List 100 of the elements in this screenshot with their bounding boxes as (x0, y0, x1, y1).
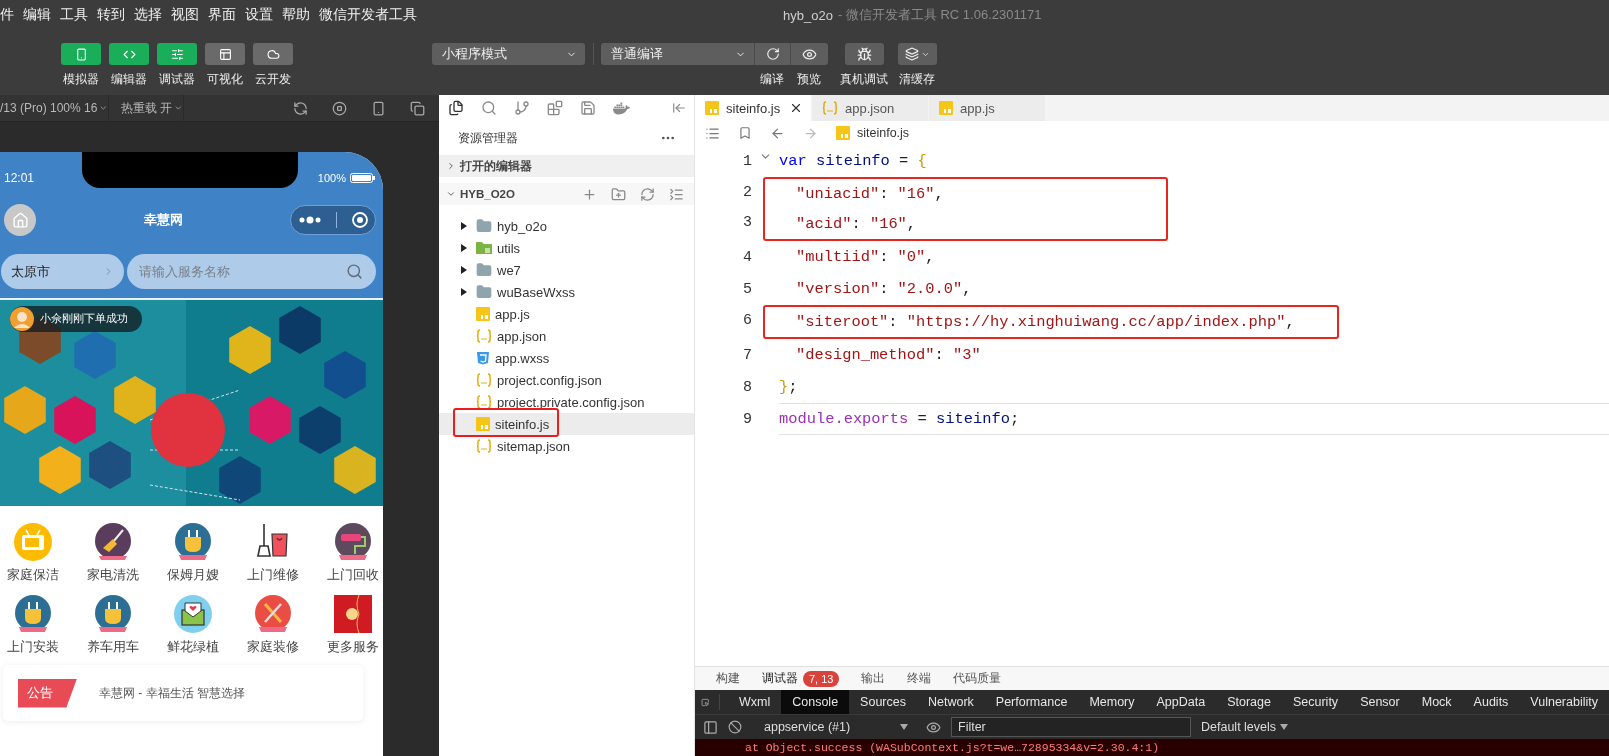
devtools-tab[interactable]: Performance (984, 690, 1079, 714)
tool-button[interactable] (897, 43, 937, 65)
stop-icon[interactable] (332, 100, 347, 116)
sidebar-icon[interactable] (703, 719, 718, 735)
file-tree-item[interactable]: app.js (439, 303, 694, 325)
rotate-icon[interactable] (293, 100, 308, 116)
search-icon (346, 263, 363, 280)
back-icon[interactable] (770, 125, 785, 141)
panel-tab[interactable]: 构建 (716, 671, 740, 686)
bug-icon (856, 46, 872, 62)
panel-tab[interactable]: 调试器 7, 13 (762, 670, 840, 687)
menu-item[interactable]: 界面 (208, 6, 236, 24)
panel-tab[interactable]: 代码质量 (953, 671, 1002, 686)
devtools-tab[interactable]: Console (781, 690, 850, 714)
devtools-tab[interactable]: Sources (849, 690, 917, 714)
section-header[interactable]: 打开的编辑器 (439, 155, 694, 177)
file-tree-item[interactable]: sitemap.json (439, 435, 694, 457)
devtools-tab[interactable]: Mock (1410, 690, 1463, 714)
search-icon[interactable] (481, 100, 497, 116)
menu-item[interactable]: 件 (0, 6, 14, 24)
devtools-tab[interactable]: Sensor (1349, 690, 1411, 714)
panel-tab[interactable]: 输出 (861, 671, 886, 686)
section-header[interactable]: HYB_O2O (439, 183, 694, 205)
service-label[interactable]: 鲜花绿植 (167, 639, 219, 656)
devtools-tab[interactable]: AppData (1145, 690, 1217, 714)
devtools-tab[interactable]: Storage (1216, 690, 1282, 714)
service-label[interactable]: 家庭保洁 (7, 567, 59, 584)
menu-item[interactable]: 选择 (134, 6, 162, 24)
service-label[interactable]: 上门回收 (327, 567, 379, 584)
new-folder-icon[interactable] (611, 186, 626, 202)
editor-tab[interactable]: siteinfo.js (695, 95, 812, 121)
preview-button[interactable] (790, 43, 828, 65)
filter-field[interactable]: Filter (951, 717, 1191, 737)
refresh-icon[interactable] (640, 186, 655, 202)
file-tree-item[interactable]: app.json (439, 325, 694, 347)
file-tree-item[interactable]: utils (439, 237, 694, 259)
collapse-icon[interactable] (669, 186, 684, 202)
eye-icon[interactable] (926, 719, 941, 735)
list-icon[interactable] (705, 125, 720, 141)
service-label[interactable]: 上门维修 (247, 567, 299, 584)
devtools-tab[interactable]: Network (916, 690, 985, 714)
menu-item[interactable]: 转到 (97, 6, 125, 24)
service-label[interactable]: 上门安装 (7, 639, 59, 656)
devtools-tab[interactable]: Security (1281, 690, 1350, 714)
menu-item[interactable]: 工具 (60, 6, 88, 24)
plug-icon (173, 522, 213, 562)
collapse-panel-icon[interactable] (672, 101, 686, 115)
file-tree-item[interactable]: hyb_o2o (439, 215, 694, 237)
menu-item[interactable]: 编辑 (23, 6, 51, 24)
view-toggle-button[interactable] (109, 43, 149, 65)
service-label[interactable]: 保姆月嫂 (167, 567, 219, 584)
clear-icon[interactable] (728, 720, 742, 734)
file-tree-item[interactable]: project.config.json (439, 369, 694, 391)
file-tree-item[interactable]: wuBaseWxss (439, 281, 694, 303)
service-label[interactable]: 家电清洗 (87, 567, 139, 584)
capsule-menu[interactable] (290, 205, 376, 235)
search-field[interactable]: 请输入服务名称 (127, 254, 376, 289)
file-tree-item[interactable]: project.private.config.json (439, 391, 694, 413)
compile-select[interactable]: 普通编译 (601, 43, 754, 65)
breadcrumb[interactable]: siteinfo.js (836, 126, 910, 140)
file-tree-item[interactable]: siteinfo.js (439, 413, 694, 435)
view-toggle-button[interactable] (253, 43, 293, 65)
menu-item[interactable]: 帮助 (282, 6, 310, 24)
levels-select[interactable]: Default levels (1201, 720, 1289, 734)
service-label[interactable]: 更多服务 (327, 639, 379, 656)
windows-icon[interactable] (410, 100, 425, 116)
menu-item[interactable]: 设置 (245, 6, 273, 24)
view-toggle-button[interactable] (205, 43, 245, 65)
menu-item[interactable]: 视图 (171, 6, 199, 24)
home-button[interactable] (4, 204, 36, 236)
devtools-tab[interactable]: Vulnerability (1519, 690, 1609, 714)
close-icon[interactable] (789, 101, 803, 115)
phone-icon[interactable] (371, 100, 386, 116)
service-label[interactable]: 家庭装修 (247, 639, 299, 656)
panel-tab[interactable]: 终端 (907, 671, 932, 686)
status-time: 12:01 (4, 171, 36, 185)
compile-button[interactable] (754, 43, 790, 65)
file-tree-item[interactable]: app.wxss (439, 347, 694, 369)
devtools-tab[interactable]: Wxml (728, 690, 782, 714)
file-tree-item[interactable]: we7 (439, 259, 694, 281)
city-selector[interactable]: 太原市 (1, 254, 124, 289)
files-icon[interactable] (448, 100, 464, 116)
bookmark-icon[interactable] (738, 126, 752, 140)
view-toggle-button[interactable] (61, 43, 101, 65)
view-toggle-button[interactable] (157, 43, 197, 65)
save-icon[interactable] (580, 100, 596, 116)
tool-button[interactable] (844, 43, 884, 65)
service-label[interactable]: 养车用车 (87, 639, 139, 656)
devtools-tab[interactable]: Audits (1462, 690, 1520, 714)
editor-tab[interactable]: app.json (812, 95, 929, 121)
context-select[interactable]: appservice (#1) (764, 720, 908, 734)
branch-icon[interactable] (514, 100, 530, 116)
new-file-icon[interactable] (582, 186, 597, 202)
menu-item[interactable]: 微信开发者工具 (319, 6, 417, 24)
extensions-icon[interactable] (547, 100, 563, 116)
device-select[interactable]: /13 (Pro) 100% 16 (0, 101, 108, 115)
hot-reload-select[interactable]: 热重载 开 (121, 99, 183, 117)
editor-tab[interactable]: app.js (929, 95, 1046, 121)
devtools-tab[interactable]: Memory (1078, 690, 1146, 714)
mode-select[interactable]: 小程序模式 (432, 43, 585, 65)
